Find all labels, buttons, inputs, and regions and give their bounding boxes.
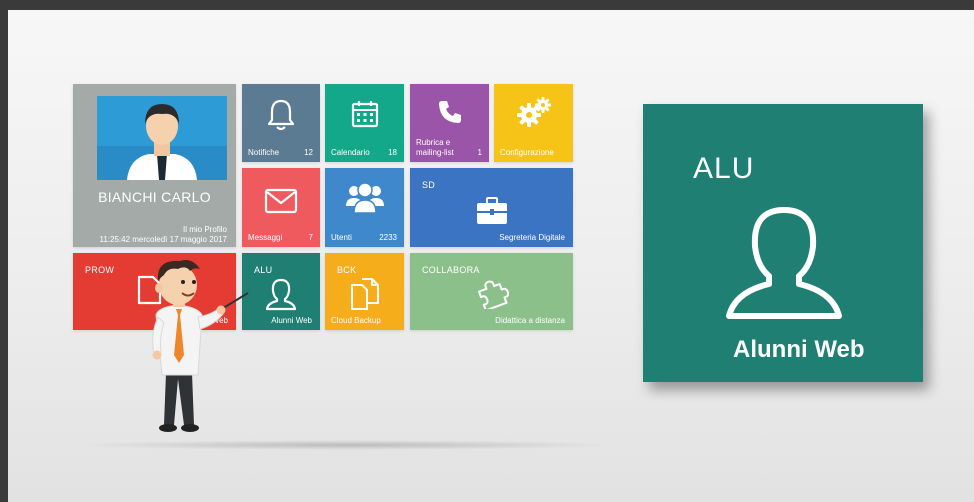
bell-icon <box>267 99 295 131</box>
tile-rubrica-label-1: Rubrica e <box>416 138 451 147</box>
profile-name: BIANCHI CARLO <box>98 189 211 205</box>
profile-photo <box>97 96 227 180</box>
tile-segreteria-label: Segreteria Digitale <box>499 233 565 242</box>
floor-shadow <box>76 440 616 450</box>
featured-user-icon <box>726 207 842 319</box>
tile-collabora-abbr: COLLABORA <box>422 265 480 275</box>
tile-calendario[interactable]: Calendario 18 <box>325 84 404 162</box>
tile-messaggi-label: Messaggi <box>248 233 283 242</box>
phone-icon <box>438 101 461 123</box>
tile-messaggi[interactable]: Messaggi 7 <box>242 168 320 247</box>
tile-cloud-backup[interactable]: BCK Cloud Backup <box>325 253 404 330</box>
calendar-icon <box>351 101 378 128</box>
tile-notifiche[interactable]: Notifiche 12 <box>242 84 320 162</box>
tile-rubrica-count: 1 <box>477 148 482 157</box>
tile-calendario-label: Calendario <box>331 148 370 157</box>
tile-notifiche-count: 12 <box>304 148 313 157</box>
puzzle-icon <box>477 280 509 309</box>
profile-tile[interactable]: BIANCHI CARLO Il mio Profilo 11:25:42 me… <box>73 84 236 247</box>
tile-collabora-label: Didattica a distanza <box>495 316 565 325</box>
tile-utenti-label: Utenti <box>331 233 352 242</box>
tile-protocollo-abbr: PROW <box>85 265 115 275</box>
tile-calendario-count: 18 <box>388 148 397 157</box>
tile-rubrica-label-2: mailing-list <box>416 148 454 157</box>
tile-notifiche-label: Notifiche <box>248 148 280 157</box>
tile-segreteria-abbr: SD <box>422 180 436 190</box>
featured-abbr: ALU <box>693 152 755 185</box>
users-icon <box>345 182 384 214</box>
tile-utenti[interactable]: Utenti 2233 <box>325 168 404 247</box>
featured-tile-alunni-web[interactable]: ALU Alunni Web <box>643 104 923 382</box>
tile-collabora[interactable]: COLLABORA Didattica a distanza <box>410 253 573 330</box>
profile-datetime: 11:25:42 mercoledì 17 maggio 2017 <box>99 235 228 244</box>
featured-label: Alunni Web <box>733 336 865 363</box>
tile-backup-label: Cloud Backup <box>331 316 381 325</box>
gears-icon <box>516 97 551 127</box>
tile-utenti-count: 2233 <box>379 233 397 242</box>
tile-configurazione-label: Configurazione <box>500 148 554 157</box>
tile-segreteria-digitale[interactable]: SD Segreteria Digitale <box>410 168 573 247</box>
copy-documents-icon <box>350 278 379 310</box>
tile-backup-abbr: BCK <box>337 265 357 275</box>
profile-link[interactable]: Il mio Profilo <box>183 225 227 234</box>
tile-rubrica[interactable]: Rubrica e mailing-list 1 <box>410 84 489 162</box>
tile-configurazione[interactable]: Configurazione <box>494 84 573 162</box>
envelope-icon <box>264 188 298 214</box>
presenter-illustration <box>152 260 249 432</box>
briefcase-icon <box>476 197 507 224</box>
video-frame: BIANCHI CARLO Il mio Profilo 11:25:42 me… <box>0 0 974 502</box>
tile-alunni-label: Alunni Web <box>271 316 312 325</box>
tile-messaggi-count: 7 <box>308 233 313 242</box>
user-icon <box>265 278 297 311</box>
